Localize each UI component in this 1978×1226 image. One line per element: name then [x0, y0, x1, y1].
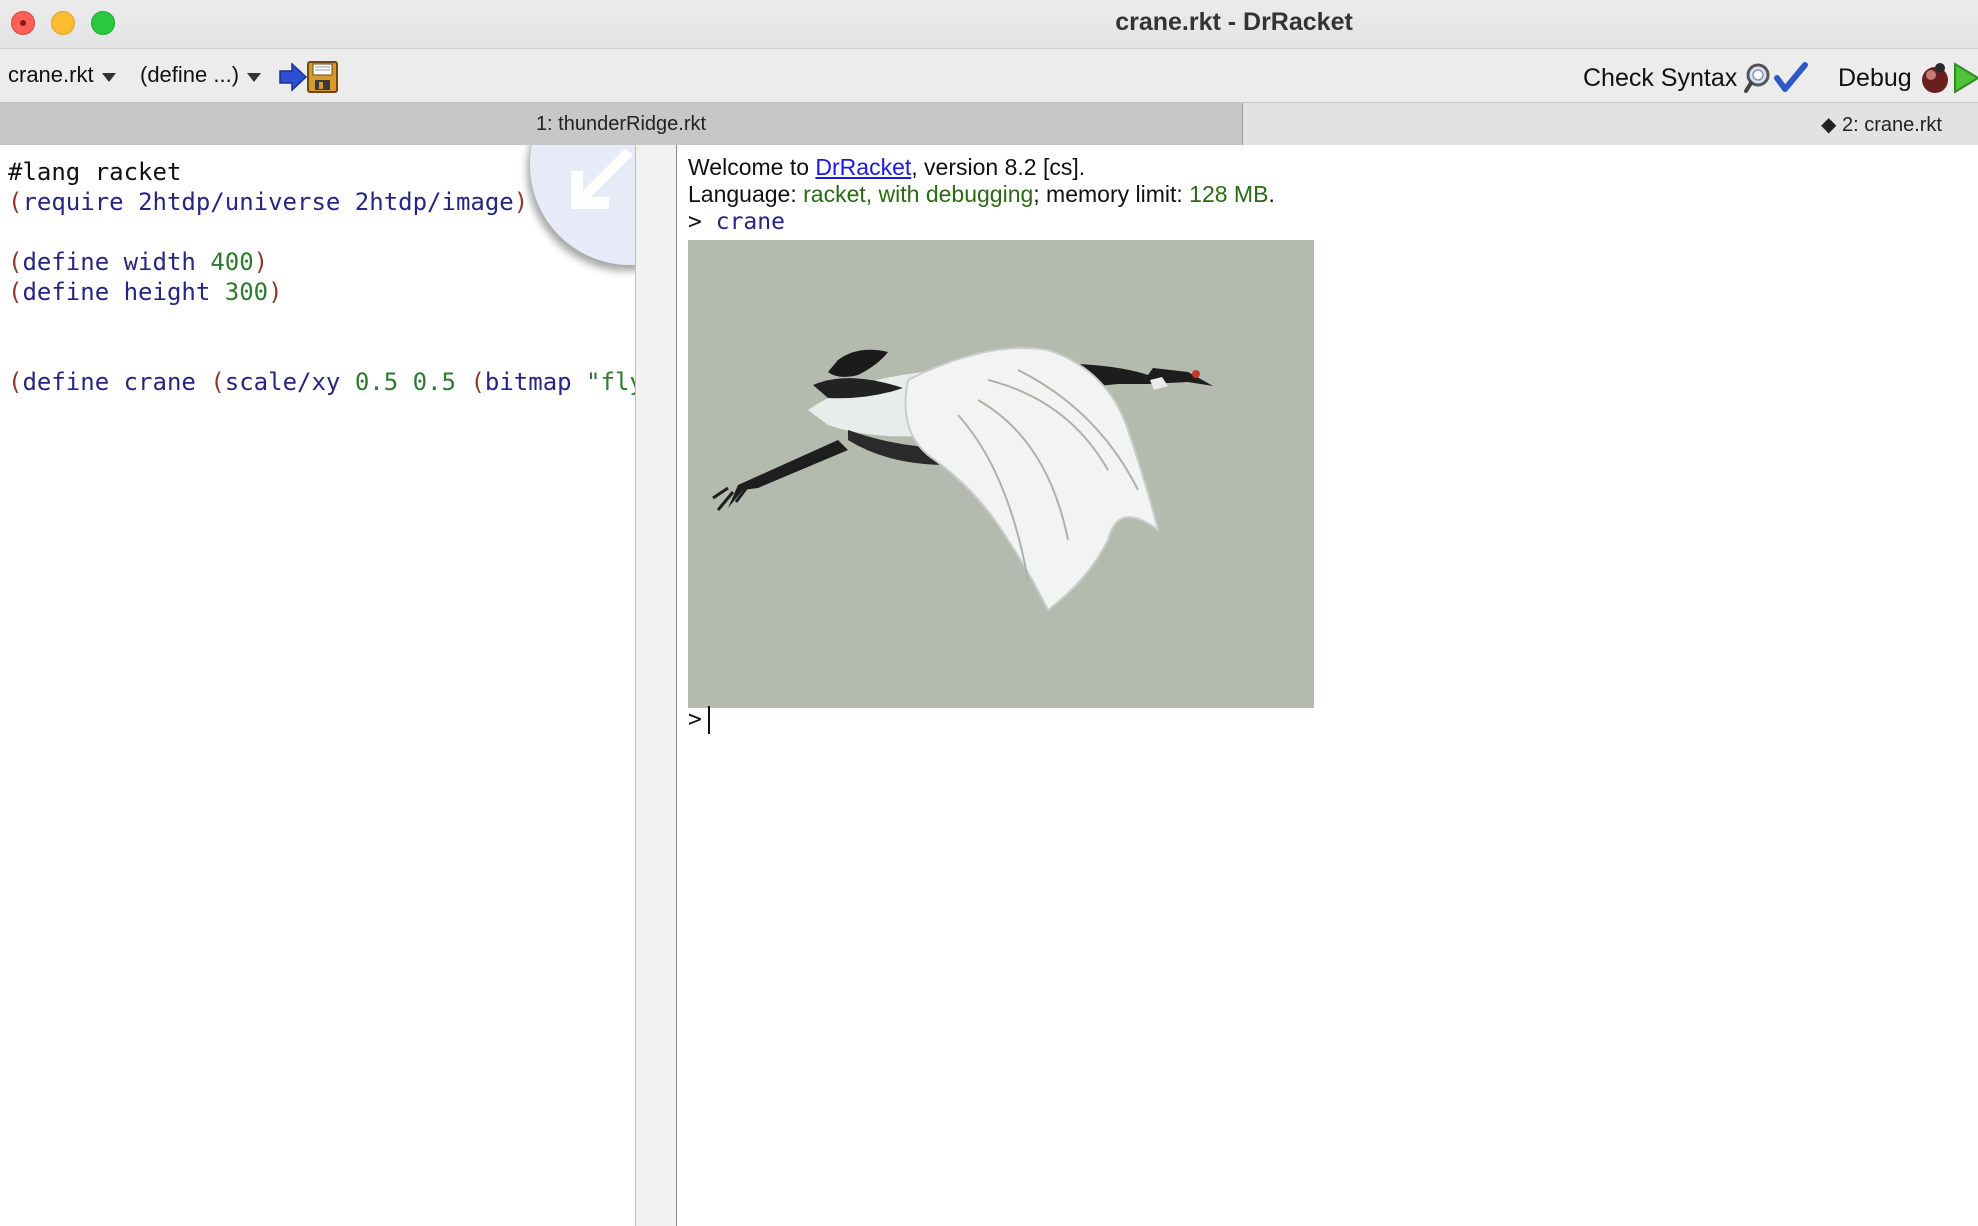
- code-function: bitmap: [484, 368, 572, 396]
- tab-label: 1: thunderRidge.rkt: [535, 112, 707, 135]
- code-args: 2htdp/universe 2htdp/image: [138, 188, 514, 216]
- welcome-line: Welcome to DrRacket, version 8.2 [cs].: [688, 154, 1275, 181]
- file-menu[interactable]: crane.rkt: [8, 62, 116, 88]
- tab-label: ◆ 2: crane.rkt: [1821, 113, 1942, 136]
- code-identifier: width: [123, 248, 196, 276]
- tab-thunderridge[interactable]: 1: thunderRidge.rkt: [0, 103, 1243, 145]
- prompt-symbol: >: [688, 706, 702, 733]
- code-text: #lang racket (require 2htdp/universe 2ht…: [8, 157, 635, 397]
- repl-entry: > crane: [688, 209, 785, 235]
- debug-button[interactable]: Debug: [1838, 61, 1978, 95]
- tab-bar: 1: thunderRidge.rkt ◆ 2: crane.rkt: [0, 103, 1978, 145]
- check-syntax-label: Check Syntax: [1583, 63, 1738, 92]
- language-prefix: Language:: [688, 181, 804, 207]
- code-function: scale/xy: [224, 368, 341, 396]
- language-end: .: [1268, 181, 1275, 207]
- definitions-editor[interactable]: #lang racket (require 2htdp/universe 2ht…: [0, 145, 635, 1226]
- memory-value: 128 MB: [1189, 181, 1269, 207]
- memory-label: ; memory limit:: [1033, 181, 1190, 207]
- welcome-message: Welcome to DrRacket, version 8.2 [cs]. L…: [688, 154, 1275, 208]
- prompt-symbol: >: [688, 209, 702, 235]
- code-identifier: crane: [123, 368, 196, 396]
- pane-divider[interactable]: [635, 145, 677, 1226]
- welcome-prefix: Welcome to: [688, 154, 816, 180]
- title-bar: crane.rkt - DrRacket: [0, 0, 1978, 49]
- play-icon: [1953, 62, 1978, 94]
- debug-label: Debug: [1838, 63, 1912, 92]
- language-value: racket, with debugging: [803, 181, 1034, 207]
- code-identifier: height: [123, 278, 211, 306]
- code-line-lang: #lang racket: [8, 158, 182, 186]
- tab-crane[interactable]: ◆ 2: crane.rkt: [1243, 103, 1978, 145]
- define-menu[interactable]: (define ...): [140, 62, 262, 88]
- text-cursor: [707, 706, 710, 734]
- code-number: 400: [210, 248, 254, 276]
- code-keyword: require: [22, 188, 124, 216]
- chevron-down-icon: [101, 72, 116, 82]
- code-number: 0.5: [354, 368, 399, 396]
- language-line: Language: racket, with debugging; memory…: [688, 181, 1275, 208]
- repl-input[interactable]: >: [688, 706, 710, 734]
- welcome-suffix: , version 8.2 [cs].: [911, 154, 1086, 180]
- repl-expression: crane: [715, 209, 785, 235]
- magnifier-check-icon: [1744, 62, 1809, 93]
- define-menu-label: (define ...): [140, 62, 240, 87]
- code-number: 0.5: [412, 368, 456, 396]
- save-arrow-icon[interactable]: [278, 60, 340, 94]
- code-number: 300: [224, 278, 269, 306]
- bug-icon: [1921, 63, 1948, 93]
- chevron-down-icon: [247, 72, 262, 82]
- crane-image: [688, 240, 1314, 708]
- file-menu-label: crane.rkt: [8, 62, 94, 87]
- code-string: "fly: [586, 368, 635, 396]
- code-keyword: define: [22, 248, 110, 276]
- check-syntax-button[interactable]: Check Syntax: [1583, 61, 1811, 95]
- window-title: crane.rkt - DrRacket: [1115, 8, 1353, 36]
- code-keyword: define: [22, 368, 110, 396]
- interactions-pane[interactable]: Welcome to DrRacket, version 8.2 [cs]. L…: [677, 145, 1978, 1226]
- crane-bird-icon: [712, 347, 1213, 612]
- drracket-link[interactable]: DrRacket: [815, 154, 911, 180]
- code-keyword: define: [22, 278, 110, 306]
